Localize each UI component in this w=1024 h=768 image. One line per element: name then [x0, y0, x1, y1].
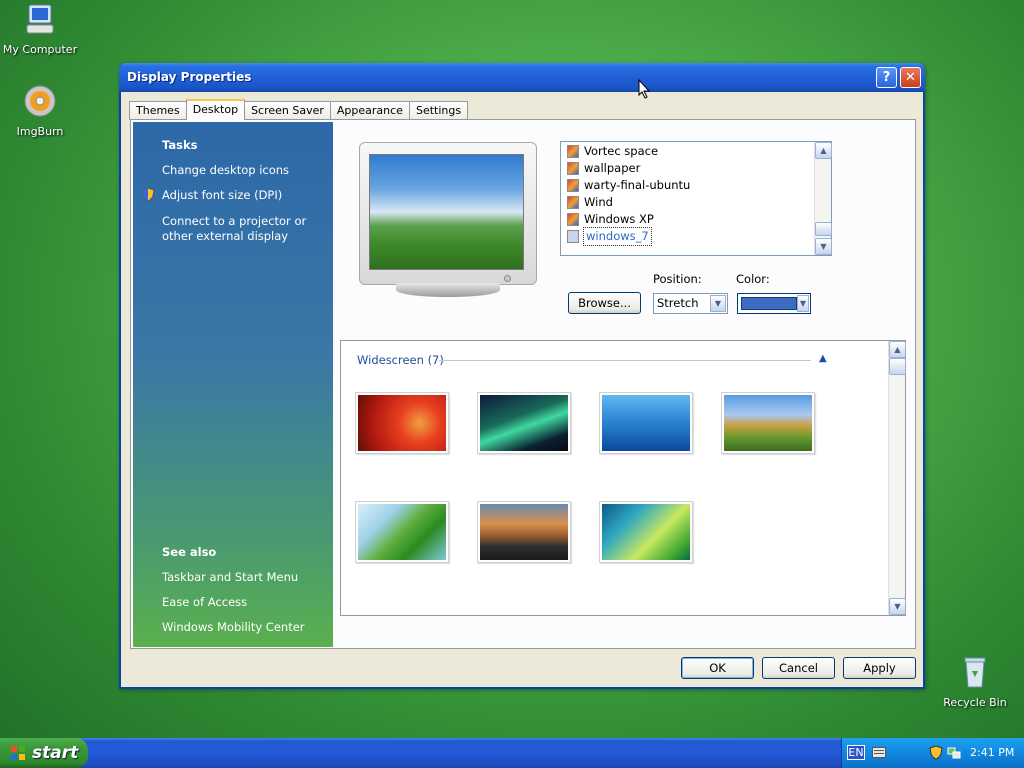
task-connect-projector[interactable]: Connect to a projector or other external…: [162, 214, 332, 244]
image-file-icon: [567, 196, 579, 209]
my-computer-icon: [26, 4, 54, 34]
link-windows-mobility-center[interactable]: Windows Mobility Center: [162, 620, 332, 635]
tab-desktop[interactable]: Desktop: [185, 99, 246, 120]
position-value: Stretch: [657, 296, 699, 310]
listbox-scrollbar[interactable]: ▲ ▼: [814, 142, 832, 255]
color-label: Color:: [736, 272, 770, 286]
link-taskbar-start-menu[interactable]: Taskbar and Start Menu: [162, 570, 332, 585]
shield-icon: [141, 187, 155, 202]
taskbar: start EN 2:41 PM: [0, 738, 1024, 768]
collapse-icon[interactable]: ▲: [819, 353, 827, 364]
monitor-preview: [359, 142, 537, 297]
thumbnail-green-hills[interactable]: [721, 392, 815, 454]
display-properties-window: Display Properties ? ✕ Themes Desktop Sc…: [119, 63, 925, 689]
monitor-bezel: [359, 142, 537, 285]
list-item-selected[interactable]: windows_7: [567, 227, 652, 246]
tab-themes[interactable]: Themes: [129, 101, 187, 120]
task-adjust-font-size[interactable]: Adjust font size (DPI): [162, 188, 332, 203]
group-divider: [439, 360, 811, 361]
gallery-scrollbar[interactable]: ▲ ▼: [888, 341, 906, 615]
color-swatch: [741, 297, 797, 310]
tab-screen-saver[interactable]: Screen Saver: [244, 101, 331, 120]
chevron-down-icon: ▼: [797, 295, 809, 312]
scroll-thumb[interactable]: [815, 222, 832, 236]
list-item[interactable]: wallpaper: [567, 160, 640, 177]
list-item[interactable]: Vortec space: [567, 143, 658, 160]
desktop-tab-page: Tasks Change desktop icons Adjust font s…: [130, 119, 916, 649]
group-header[interactable]: Widescreen (7): [357, 353, 444, 367]
imgburn-icon: [24, 85, 56, 117]
list-item[interactable]: warty-final-ubuntu: [567, 177, 690, 194]
list-item[interactable]: Windows XP: [567, 211, 654, 228]
scroll-down-icon[interactable]: ▼: [889, 598, 906, 615]
thumbnail-vista-aurora[interactable]: [599, 501, 693, 563]
image-file-icon: [567, 179, 579, 192]
tab-settings[interactable]: Settings: [408, 101, 469, 120]
thumbnail-palm-leaf[interactable]: [355, 501, 449, 563]
link-ease-of-access[interactable]: Ease of Access: [162, 595, 332, 610]
thumbnail-red-flower[interactable]: [355, 392, 449, 454]
see-also-heading: See also: [162, 545, 217, 559]
help-button[interactable]: ?: [876, 67, 897, 88]
security-shield-icon[interactable]: [929, 745, 943, 760]
clock[interactable]: 2:41 PM: [970, 746, 1014, 759]
image-file-icon: [567, 230, 579, 243]
keyboard-icon[interactable]: [872, 747, 886, 758]
scroll-up-icon[interactable]: ▲: [815, 142, 832, 159]
tab-appearance[interactable]: Appearance: [329, 101, 410, 120]
monitor-power-led: [504, 275, 511, 282]
network-icon[interactable]: [947, 745, 961, 760]
thumbnail-rocky-lake[interactable]: [477, 501, 571, 563]
desktop-icon-my-computer[interactable]: My Computer: [0, 2, 80, 56]
desktop-icon-label: ImgBurn: [16, 125, 64, 138]
desktop-icon-label: Recycle Bin: [943, 696, 1007, 709]
tab-strip: Themes Desktop Screen Saver Appearance S…: [129, 99, 469, 120]
desktop-icon-recycle-bin[interactable]: Recycle Bin: [935, 655, 1015, 709]
language-indicator[interactable]: EN: [847, 745, 865, 760]
close-button[interactable]: ✕: [900, 67, 921, 88]
desktop-icon-imgburn[interactable]: ImgBurn: [0, 84, 80, 138]
thumbnail-aurora[interactable]: [477, 392, 571, 454]
wallpaper-preview: [369, 154, 524, 270]
browse-button[interactable]: Browse...: [568, 292, 641, 314]
image-file-icon: [567, 145, 579, 158]
position-label: Position:: [653, 272, 702, 286]
start-label: start: [32, 743, 79, 763]
background-listbox[interactable]: Vortec space wallpaper warty-final-ubunt…: [560, 141, 832, 256]
position-select[interactable]: Stretch ▼: [653, 293, 728, 314]
title-bar[interactable]: Display Properties ? ✕: [119, 63, 925, 92]
ok-button[interactable]: OK: [681, 657, 754, 679]
window-title: Display Properties: [127, 70, 252, 84]
scroll-thumb[interactable]: [889, 358, 906, 375]
chevron-down-icon: ▼: [710, 295, 726, 312]
cancel-button[interactable]: Cancel: [762, 657, 835, 679]
windows-logo-icon: [11, 746, 25, 760]
thumbnail-fish-underwater[interactable]: [599, 392, 693, 454]
scroll-down-icon[interactable]: ▼: [815, 238, 832, 255]
image-file-icon: [567, 213, 579, 226]
apply-button[interactable]: Apply: [843, 657, 916, 679]
wallpaper-gallery: Widescreen (7) ▲ ▲ ▼: [340, 340, 906, 616]
task-change-desktop-icons[interactable]: Change desktop icons: [162, 163, 332, 178]
start-button[interactable]: start: [0, 738, 88, 768]
monitor-stand: [396, 283, 500, 297]
task-pane: Tasks Change desktop icons Adjust font s…: [133, 122, 333, 647]
color-picker[interactable]: ▼: [737, 293, 811, 314]
list-item[interactable]: Wind: [567, 194, 613, 211]
scroll-up-icon[interactable]: ▲: [889, 341, 906, 358]
recycle-bin-icon: [964, 657, 986, 688]
image-file-icon: [567, 162, 579, 175]
desktop-icon-label: My Computer: [2, 43, 78, 56]
tasks-heading: Tasks: [162, 138, 198, 152]
system-tray: EN 2:41 PM: [841, 738, 1024, 768]
mouse-cursor-icon: [638, 79, 650, 99]
